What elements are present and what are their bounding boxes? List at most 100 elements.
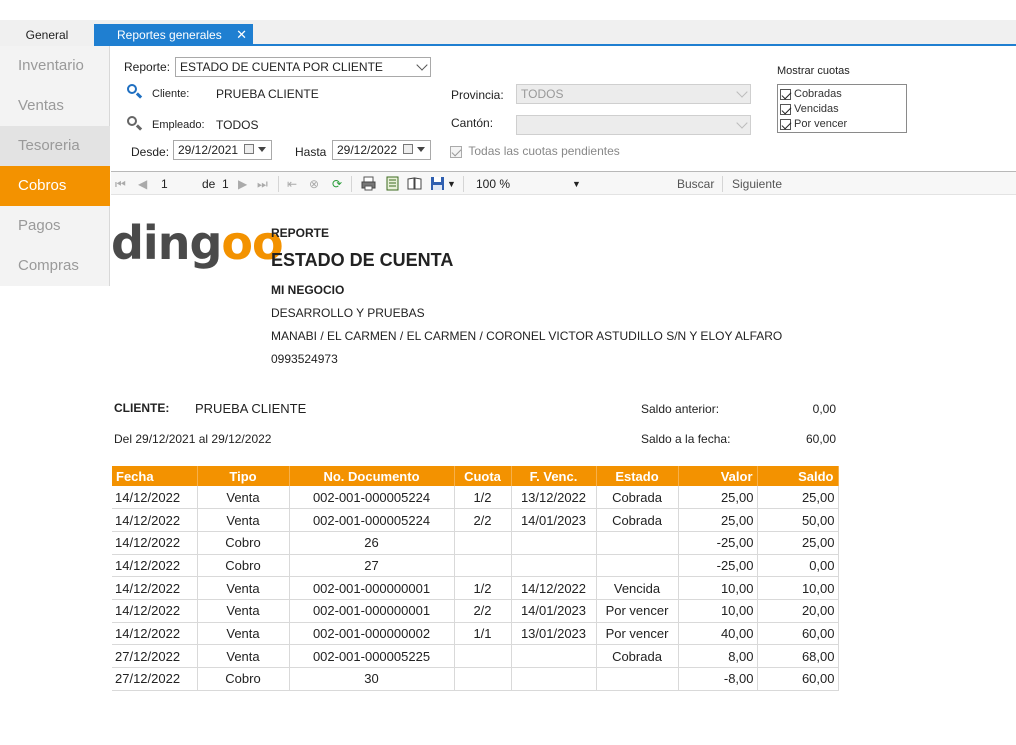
refresh-icon[interactable]: ⟳ [332, 176, 342, 192]
desde-date-field[interactable]: 29/12/2021 [173, 140, 272, 160]
siguiente-button[interactable]: Siguiente [732, 176, 782, 192]
table-cell: Cobro [197, 667, 290, 691]
hasta-date-field[interactable]: 29/12/2022 [332, 140, 431, 160]
search-icon[interactable] [126, 115, 143, 131]
cliente-report-label: CLIENTE: [114, 401, 170, 415]
table-cell [596, 667, 679, 691]
empleado-value: TODOS [216, 118, 259, 132]
table-cell: 10,00 [757, 576, 839, 600]
table-cell: 27/12/2022 [112, 644, 198, 668]
close-icon[interactable]: ✕ [236, 24, 247, 46]
canton-select[interactable] [516, 115, 751, 135]
sidebar-item-ventas[interactable]: Ventas [0, 86, 110, 126]
checkbox-icon [780, 118, 791, 130]
tab-reportes-generales[interactable]: Reportes generales ✕ [94, 24, 253, 46]
toolbar-divider [278, 176, 279, 192]
table-row: 14/12/2022 Venta 002-001-000000002 1/1 13/01… [112, 622, 839, 646]
canton-label: Cantón: [451, 116, 494, 130]
total-pages: 1 [222, 177, 229, 191]
cuota-label: Por vencer [794, 118, 848, 130]
cuota-por-vencer-checkbox[interactable]: Por vencer [780, 117, 906, 132]
chevron-down-icon[interactable]: ▼ [572, 176, 581, 192]
toolbar-divider [463, 176, 464, 192]
first-page-icon[interactable]: ⏮ [115, 176, 126, 192]
current-page-field[interactable]: 1 [161, 176, 168, 192]
table-cell [511, 667, 597, 691]
sidebar-item-pagos[interactable]: Pagos [0, 206, 110, 246]
saldo-anterior-value: 0,00 [812, 402, 836, 416]
table-cell: Cobrada [596, 508, 679, 532]
table-header-row: Fecha Tipo No. Documento Cuota F. Venc. … [112, 466, 839, 486]
table-cell: Venta [197, 599, 290, 623]
cuota-label: Vencidas [794, 103, 839, 115]
chevron-down-icon[interactable]: ▼ [447, 176, 456, 192]
table-cell: Venta [197, 622, 290, 646]
last-page-icon[interactable]: ⏭ [257, 176, 268, 192]
table-cell: 30 [289, 667, 455, 691]
reporte-select-value: ESTADO DE CUENTA POR CLIENTE [180, 60, 383, 74]
report-toolbar: ⏮ ◀ 1 de 1 ▶ ⏭ ⇤ ⊗ ⟳ ▼ 100 % ▼ Buscar Si… [111, 171, 1016, 195]
table-row: 14/12/2022 Venta 002-001-000005224 2/2 14/01… [112, 508, 839, 532]
export-save-icon[interactable] [430, 176, 445, 191]
table-cell [596, 554, 679, 578]
business-phone: 0993524973 [271, 352, 338, 366]
next-page-icon[interactable]: ▶ [238, 176, 247, 192]
table-cell: 13/01/2023 [511, 622, 597, 646]
column-header: Valor [678, 466, 758, 486]
calendar-icon[interactable] [403, 143, 427, 157]
table-cell: Cobro [197, 531, 290, 555]
table-cell: Por vencer [596, 622, 679, 646]
toolbar-divider [351, 176, 352, 192]
search-icon[interactable] [126, 83, 143, 99]
sidebar-item-compras[interactable]: Compras [0, 246, 110, 286]
table-cell: 25,00 [757, 531, 839, 555]
table-cell: Cobro [197, 554, 290, 578]
cuota-cobradas-checkbox[interactable]: Cobradas [780, 87, 906, 102]
hasta-label: Hasta [295, 145, 327, 159]
table-cell: 20,00 [757, 599, 839, 623]
tab-general[interactable]: General [0, 24, 94, 46]
sidebar-item-cobros[interactable]: Cobros [0, 166, 110, 206]
sidebar-item-tesoreria[interactable]: Tesoreria [0, 126, 110, 166]
page-setup-icon[interactable] [407, 176, 422, 191]
table-cell: 26 [289, 531, 455, 555]
cuota-vencidas-checkbox[interactable]: Vencidas [780, 102, 906, 117]
tab-reportes-label: Reportes generales [117, 28, 222, 42]
checkbox-icon [450, 145, 462, 158]
table-cell: 1/1 [454, 622, 512, 646]
print-icon[interactable] [361, 176, 376, 191]
calendar-icon[interactable] [244, 143, 268, 157]
date-range: Del 29/12/2021 al 29/12/2022 [114, 432, 272, 446]
hasta-date-value: 29/12/2022 [337, 143, 398, 157]
saldo-anterior-label: Saldo anterior: [641, 402, 720, 416]
sidebar: Inventario Ventas Tesoreria Cobros Pagos… [0, 46, 110, 745]
buscar-button[interactable]: Buscar [677, 176, 714, 192]
table-cell: 10,00 [678, 599, 758, 623]
table-cell: 8,00 [678, 644, 758, 668]
table-cell: 25,00 [757, 486, 839, 510]
provincia-label: Provincia: [451, 88, 504, 102]
table-cell [511, 554, 597, 578]
reporte-select[interactable]: ESTADO DE CUENTA POR CLIENTE [175, 57, 431, 77]
table-cell: 002-001-000000001 [289, 576, 455, 600]
table-cell: 2/2 [454, 508, 512, 532]
saldo-fecha-value: 60,00 [805, 432, 836, 446]
table-cell: 002-001-000005224 [289, 486, 455, 510]
back-icon[interactable]: ⇤ [287, 176, 297, 192]
previous-page-icon[interactable]: ◀ [138, 176, 147, 192]
todas-cuotas-checkbox[interactable]: Todas las cuotas pendientes [450, 144, 620, 158]
page-layout-icon[interactable] [385, 176, 400, 191]
table-cell: 27 [289, 554, 455, 578]
table-cell [596, 531, 679, 555]
stop-icon[interactable]: ⊗ [309, 176, 319, 192]
table-cell: 68,00 [757, 644, 839, 668]
business-name: MI NEGOCIO [271, 283, 345, 297]
table-cell: 002-001-000005225 [289, 644, 455, 668]
provincia-select-value: TODOS [521, 87, 564, 101]
sidebar-item-inventario[interactable]: Inventario [0, 46, 110, 86]
zoom-select[interactable]: 100 % [476, 176, 510, 192]
provincia-select[interactable]: TODOS [516, 84, 751, 104]
table-cell [511, 644, 597, 668]
sidebar-empty-area [0, 286, 110, 745]
table-cell: 14/12/2022 [511, 576, 597, 600]
